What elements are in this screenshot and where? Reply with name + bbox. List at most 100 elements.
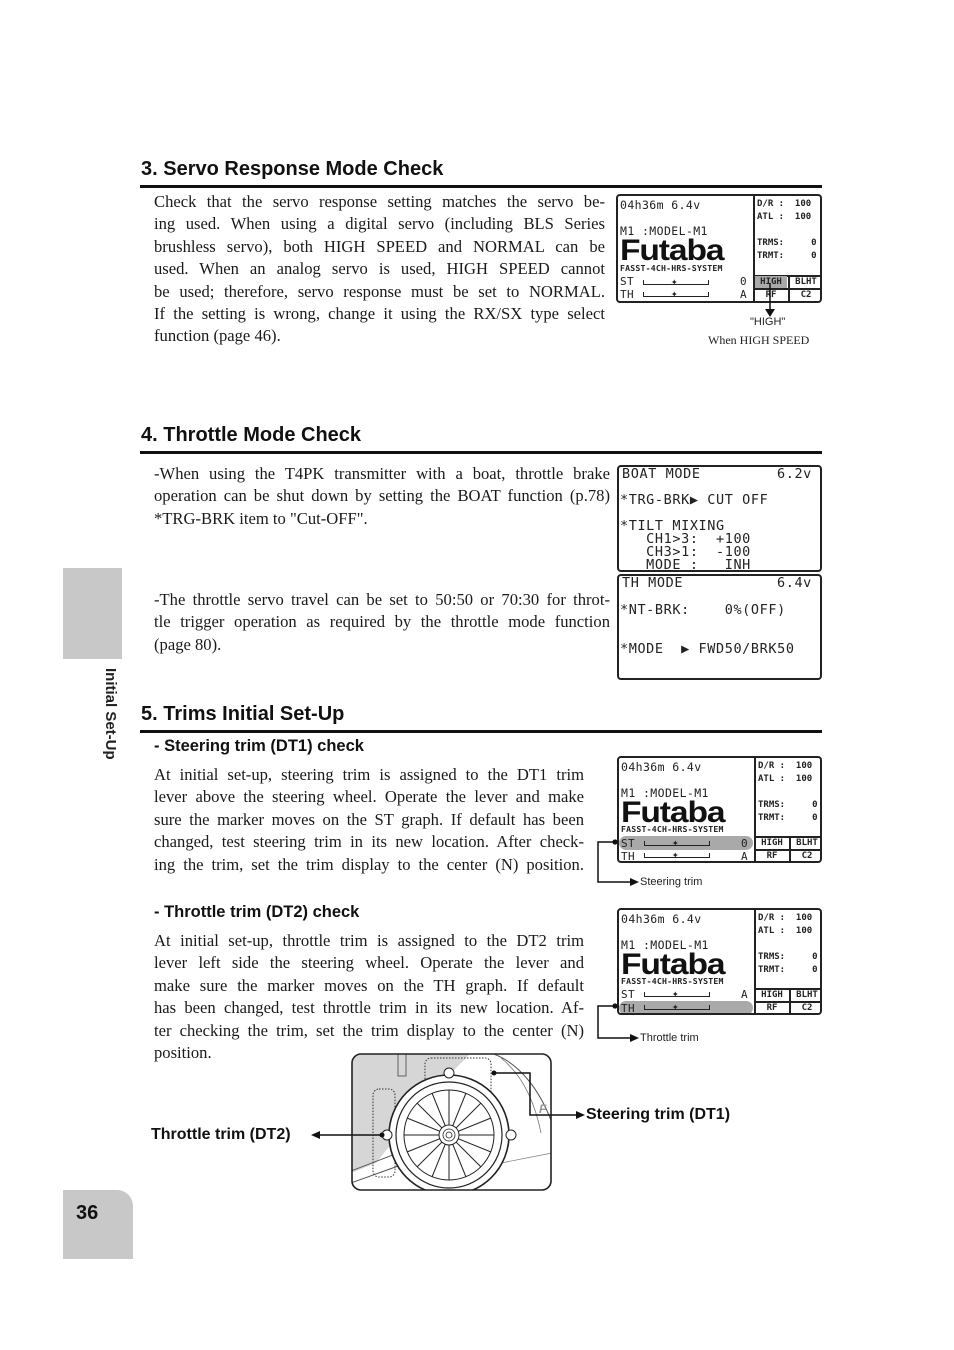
system-label: FASST-4CH-HRS-SYSTEM bbox=[621, 976, 724, 986]
text-line: operation can be shut down by setting th… bbox=[154, 486, 610, 506]
page-number: 36 bbox=[76, 1202, 99, 1224]
lcd-home-screen-servo: 04h36m 6.4v M1 :MODEL-M1 Futaba FASST-4C… bbox=[616, 194, 822, 303]
trmt-value: TRMT: 0 bbox=[758, 813, 818, 823]
servo-paragraph: Check that the servo response setting ma… bbox=[154, 191, 605, 348]
arrow-down-icon bbox=[765, 283, 775, 317]
trg-brk-setting: *TRG-BRK▶ CUT OFF bbox=[620, 492, 769, 508]
futaba-logo: Futaba bbox=[620, 234, 725, 267]
side-tab-marker bbox=[63, 568, 122, 659]
text-line: changed, test steering trim in its new l… bbox=[154, 832, 584, 852]
cell-c2: C2 bbox=[800, 290, 812, 300]
text-line: has been changed, test throttle trim in … bbox=[154, 998, 584, 1018]
timer-voltage: 04h36m 6.4v bbox=[621, 760, 702, 774]
cell-c2: C2 bbox=[801, 851, 813, 861]
page-number-tab: 36 bbox=[63, 1190, 133, 1259]
throttle-trim-dt2-label: Throttle trim (DT2) bbox=[151, 1126, 291, 1143]
text-line: At initial set-up, throttle trim is assi… bbox=[154, 931, 584, 950]
cell-high: HIGH bbox=[761, 990, 783, 1000]
cell-blht: BLHT bbox=[796, 990, 818, 1000]
text-line: lever above the steering wheel. Operate … bbox=[154, 787, 584, 807]
text-line: *TRG-BRK item to "Cut-OFF". bbox=[154, 508, 368, 528]
text-line: At initial set-up, steering trim is assi… bbox=[154, 765, 584, 784]
high-callout-label: "HIGH" bbox=[750, 316, 786, 328]
text-line: ter checking the trim, set the trim disp… bbox=[154, 1020, 584, 1040]
text-line: used. When an analog servo is used, HIGH… bbox=[154, 259, 605, 279]
st-value: 0 bbox=[741, 837, 749, 850]
th-trim-marker: ✦ bbox=[672, 1000, 679, 1013]
dr-value: D/R : 100 bbox=[758, 913, 813, 923]
text-line: -The throttle servo travel can be set to… bbox=[154, 590, 610, 609]
system-label: FASST-4CH-HRS-SYSTEM bbox=[620, 263, 723, 273]
text-line: ing used. When using a digital servo (in… bbox=[154, 214, 605, 234]
th-trim-marker: ✦ bbox=[671, 287, 678, 300]
th-label: TH bbox=[620, 288, 635, 301]
th-mode-voltage: 6.4v bbox=[777, 575, 812, 591]
lcd-th-mode-screen: TH MODE 6.4v *NT-BRK: 0%(OFF) *MODE ▶ FW… bbox=[617, 574, 822, 680]
th-value: A bbox=[741, 850, 749, 863]
text-line: (page 80). bbox=[154, 634, 222, 654]
subtitle-throttle-trim: - Throttle trim (DT2) check bbox=[154, 903, 360, 921]
atl-value: ATL : 100 bbox=[758, 926, 813, 936]
dr-value: D/R : 100 bbox=[757, 199, 812, 209]
trms-value: TRMS: 0 bbox=[758, 800, 818, 810]
section-title-servo-response: 3. Servo Response Mode Check bbox=[141, 158, 444, 180]
throttle-trim-paragraph: At initial set-up, throttle trim is assi… bbox=[154, 930, 584, 1064]
side-tab-label: Initial Set-Up bbox=[102, 668, 119, 760]
lcd-home-screen-throttle: 04h36m 6.4v M1 :MODEL-M1 Futaba FASST-4C… bbox=[617, 908, 822, 1015]
th-value: A bbox=[740, 288, 748, 301]
cell-rf: RF bbox=[766, 1003, 778, 1013]
cell-rf: RF bbox=[766, 851, 778, 861]
text-line: tle trigger operation as required by the… bbox=[154, 612, 610, 632]
section-rule bbox=[140, 451, 822, 454]
trmt-value: TRMT: 0 bbox=[758, 965, 818, 975]
dr-value: D/R : 100 bbox=[758, 761, 813, 771]
text-line: Check that the servo response setting ma… bbox=[154, 192, 605, 211]
timer-voltage: 04h36m 6.4v bbox=[621, 912, 702, 926]
steering-trim-callout-line bbox=[597, 839, 639, 886]
section-rule bbox=[140, 185, 822, 188]
boat-voltage: 6.2v bbox=[777, 466, 812, 482]
th-mode-header: TH MODE bbox=[622, 575, 684, 591]
cell-c2: C2 bbox=[801, 1003, 813, 1013]
trms-value: TRMS: 0 bbox=[757, 238, 817, 248]
throttle-trim-callout: Throttle trim bbox=[640, 1032, 699, 1044]
text-line: sure the marker moves on the ST graph. I… bbox=[154, 809, 584, 829]
atl-value: ATL : 100 bbox=[757, 212, 812, 222]
section-rule bbox=[140, 730, 822, 733]
lcd-boat-mode-screen: BOAT MODE 6.2v *TRG-BRK▶ CUT OFF *TILT M… bbox=[617, 465, 822, 572]
trmt-value: TRMT: 0 bbox=[757, 251, 817, 261]
st-trim-marker: ✦ bbox=[672, 987, 679, 1000]
system-label: FASST-4CH-HRS-SYSTEM bbox=[621, 824, 724, 834]
high-callout-caption: When HIGH SPEED bbox=[708, 333, 810, 347]
text-line: make sure the marker moves on the TH gra… bbox=[154, 975, 584, 995]
text-line: -When using the T4PK transmitter with a … bbox=[154, 464, 610, 483]
nt-brk-setting: *NT-BRK: 0%(OFF) bbox=[620, 602, 786, 618]
throttle-trim-callout-line bbox=[597, 1003, 639, 1042]
st-trim-marker: ✦ bbox=[672, 836, 679, 849]
steering-trim-dt1-label: Steering trim (DT1) bbox=[586, 1106, 731, 1123]
section-title-trims: 5. Trims Initial Set-Up bbox=[141, 703, 345, 725]
text-line: function (page 46). bbox=[154, 326, 281, 346]
trms-value: TRMS: 0 bbox=[758, 952, 818, 962]
lcd-home-screen-steering: 04h36m 6.4v M1 :MODEL-M1 Futaba FASST-4C… bbox=[617, 756, 822, 863]
steering-trim-callout: Steering trim bbox=[640, 876, 703, 888]
st-label: ST bbox=[620, 275, 635, 288]
subtitle-steering-trim: - Steering trim (DT1) check bbox=[154, 737, 364, 755]
fwd-brk-setting: *MODE ▶ FWD50/BRK50 bbox=[620, 641, 795, 657]
text-line: ing the trim, set the trim display to th… bbox=[154, 854, 584, 874]
text-line: be used; therefore, servo response must … bbox=[154, 281, 605, 301]
text-line: lever left side the steering wheel. Oper… bbox=[154, 953, 584, 973]
boat-header: BOAT MODE bbox=[622, 466, 701, 482]
st-value: 0 bbox=[740, 275, 748, 288]
text-line: If the setting is wrong, change it using… bbox=[154, 304, 605, 324]
tilt-mode: MODE : INH bbox=[620, 557, 751, 572]
illustration-callout-arrows bbox=[311, 1072, 585, 1139]
st-label: ST bbox=[621, 988, 636, 1001]
throttle-paragraph-2: -The throttle servo travel can be set to… bbox=[154, 589, 610, 656]
th-trim-marker: ✦ bbox=[672, 848, 679, 861]
timer-voltage: 04h36m 6.4v bbox=[620, 198, 701, 212]
text-line: brushless servo), both HIGH SPEED and NO… bbox=[154, 236, 605, 256]
steering-trim-paragraph: At initial set-up, steering trim is assi… bbox=[154, 764, 584, 876]
cell-blht: BLHT bbox=[795, 277, 817, 287]
section-title-throttle-mode: 4. Throttle Mode Check bbox=[141, 424, 362, 446]
